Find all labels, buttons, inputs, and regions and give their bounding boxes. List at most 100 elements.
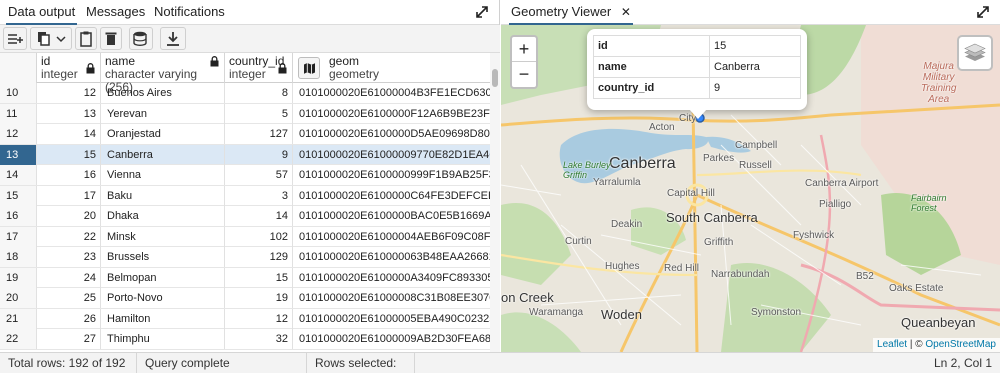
table-row[interactable]: 20 25 Porto-Novo 19 0101000020E61000008C31B0… (0, 288, 490, 309)
table-row[interactable]: 19 24 Belmopan 15 0101000020E6100000A3409FC8… (0, 267, 490, 288)
cell-name[interactable]: Buenos Aires (101, 83, 225, 103)
cell-geom[interactable]: 0101000020E61000009AB2D30FEA685640 (293, 329, 490, 349)
cell-name[interactable]: Thimphu (101, 329, 225, 349)
cell-name[interactable]: Dhaka (101, 206, 225, 226)
tab-geometry-viewer[interactable]: Geometry Viewer ✕ (509, 0, 633, 25)
cell-id[interactable]: 20 (37, 206, 101, 226)
cell-country-id[interactable]: 19 (225, 288, 293, 308)
leaflet-link[interactable]: Leaflet (877, 339, 907, 350)
cell-geom[interactable]: 0101000020E6100000A3409FC8933056C0 (293, 268, 490, 288)
cell-country-id[interactable]: 129 (225, 247, 293, 267)
cell-geom[interactable]: 0101000020E6100000C64FE3DEFCEE4840 (293, 186, 490, 206)
column-header-country-id[interactable]: country_id integer (225, 53, 293, 83)
row-number[interactable]: 16 (0, 206, 37, 226)
cell-name[interactable]: Brussels (101, 247, 225, 267)
row-number[interactable]: 13 (0, 144, 37, 165)
tab-messages[interactable]: Messages (84, 0, 147, 25)
cell-id[interactable]: 15 (37, 144, 101, 165)
column-header-geom[interactable]: geom geometry (293, 53, 490, 83)
copy-button[interactable] (30, 27, 72, 50)
scrollbar-thumb[interactable] (492, 69, 498, 87)
cell-country-id[interactable]: 14 (225, 206, 293, 226)
cell-name[interactable]: Vienna (101, 165, 225, 185)
cell-country-id[interactable]: 102 (225, 226, 293, 247)
cell-name[interactable]: Baku (101, 185, 225, 206)
download-button[interactable] (160, 27, 186, 50)
paste-button[interactable] (75, 27, 97, 50)
cell-id[interactable]: 24 (37, 267, 101, 288)
tab-data-output[interactable]: Data output (6, 0, 78, 25)
tab-notifications[interactable]: Notifications (152, 0, 227, 25)
cell-id[interactable]: 23 (37, 247, 101, 267)
add-row-button[interactable] (3, 27, 27, 50)
cell-country-id[interactable]: 127 (225, 124, 293, 144)
cell-geom[interactable]: 0101000020E61000005EBA490C023250C0 (293, 309, 490, 329)
cell-country-id[interactable]: 32 (225, 329, 293, 349)
column-header-name[interactable]: name character varying (256) (101, 53, 225, 94)
cell-id[interactable]: 26 (37, 308, 101, 329)
cell-name[interactable]: Hamilton (101, 308, 225, 329)
row-number[interactable]: 18 (0, 247, 37, 267)
cell-country-id[interactable]: 8 (225, 83, 293, 103)
cell-name[interactable]: Minsk (101, 226, 225, 247)
cell-geom[interactable]: 0101000020E61000008C31B08EE3070540 (293, 288, 490, 308)
save-data-button[interactable] (129, 27, 153, 50)
cell-name[interactable]: Porto-Novo (101, 288, 225, 308)
expand-panel-icon[interactable] (974, 3, 992, 21)
row-number[interactable]: 22 (0, 329, 37, 349)
row-number[interactable]: 14 (0, 165, 37, 185)
cell-geom[interactable]: 0101000020E6100000F12A6B9BE23F4640 (293, 104, 490, 124)
cell-country-id[interactable]: 3 (225, 185, 293, 206)
table-row[interactable]: 16 20 Dhaka 14 0101000020E6100000BAC0E5B1669… (0, 206, 490, 227)
cell-id[interactable]: 14 (37, 124, 101, 144)
table-row[interactable]: 21 26 Hamilton 12 0101000020E61000005EBA490C… (0, 308, 490, 329)
vertical-scrollbar[interactable] (490, 53, 500, 352)
table-row[interactable]: 17 22 Minsk 102 0101000020E61000004AEB6F09C0… (0, 226, 490, 247)
cell-name[interactable]: Oranjestad (101, 124, 225, 144)
row-number[interactable]: 21 (0, 308, 37, 329)
row-number[interactable]: 19 (0, 267, 37, 288)
column-header-id[interactable]: id integer (37, 53, 101, 83)
table-row[interactable]: 10 12 Buenos Aires 8 0101000020E61000004B3FE… (0, 83, 490, 104)
table-row[interactable]: 1517Baku30101000020E6100000C64FE3DEFCEE4… (0, 185, 490, 206)
row-number[interactable]: 12 (0, 124, 37, 144)
cell-name[interactable]: Yerevan (101, 103, 225, 124)
cell-id[interactable]: 12 (37, 83, 101, 103)
zoom-out-button[interactable]: − (512, 62, 536, 87)
row-number[interactable]: 10 (0, 83, 37, 103)
table-row[interactable]: 18 23 Brussels 129 0101000020E610000063B48EA… (0, 247, 490, 268)
table-row[interactable]: 22 27 Thimphu 32 0101000020E61000009AB2D30FE… (0, 329, 490, 350)
zoom-in-button[interactable]: + (512, 37, 536, 62)
close-icon[interactable]: ✕ (621, 5, 631, 19)
cell-country-id[interactable]: 12 (225, 308, 293, 329)
view-geometry-button[interactable] (298, 57, 320, 79)
cell-geom[interactable]: 0101000020E61000004B3FE1ECD6304DC0 (293, 83, 490, 103)
cell-country-id[interactable]: 57 (225, 165, 293, 185)
table-row[interactable]: 13 15 Canberra 9 0101000020E61000009770E82D1… (0, 144, 490, 165)
cell-id[interactable]: 13 (37, 103, 101, 124)
cell-geom[interactable]: 0101000020E6100000D5AE09698D8051C0 (293, 124, 490, 144)
row-number[interactable]: 17 (0, 226, 37, 247)
layers-button[interactable] (957, 35, 993, 71)
table-row[interactable]: 12 14 Oranjestad 127 0101000020E6100000D5AE0… (0, 124, 490, 145)
cell-name[interactable]: Belmopan (101, 267, 225, 288)
cell-geom[interactable]: 0101000020E61000009770E82D1EA46240 (293, 145, 490, 165)
cell-geom[interactable]: 0101000020E61000004AEB6F09C08F3B40 (293, 227, 490, 247)
cell-name[interactable]: Canberra (101, 144, 225, 165)
cell-country-id[interactable]: 9 (225, 144, 293, 165)
cell-id[interactable]: 17 (37, 185, 101, 206)
map-view[interactable]: Majura Military Training Area Acton City… (501, 25, 1000, 352)
cell-id[interactable]: 22 (37, 226, 101, 247)
table-row[interactable]: 11 13 Yerevan 5 0101000020E6100000F12A6B9BE2… (0, 103, 490, 124)
cell-country-id[interactable]: 15 (225, 267, 293, 288)
osm-link[interactable]: OpenStreetMap (925, 339, 996, 350)
cell-id[interactable]: 25 (37, 288, 101, 308)
row-number[interactable]: 11 (0, 103, 37, 124)
row-number[interactable]: 15 (0, 185, 37, 206)
cell-geom[interactable]: 0101000020E6100000999F1B9AB25F3040 (293, 165, 490, 185)
delete-button[interactable] (100, 27, 122, 50)
cell-id[interactable]: 16 (37, 165, 101, 185)
cell-geom[interactable]: 0101000020E6100000BAC0E5B1669A5640 (293, 206, 490, 226)
table-row[interactable]: 14 16 Vienna 57 0101000020E6100000999F1B9AB2… (0, 165, 490, 186)
row-number[interactable]: 20 (0, 288, 37, 308)
